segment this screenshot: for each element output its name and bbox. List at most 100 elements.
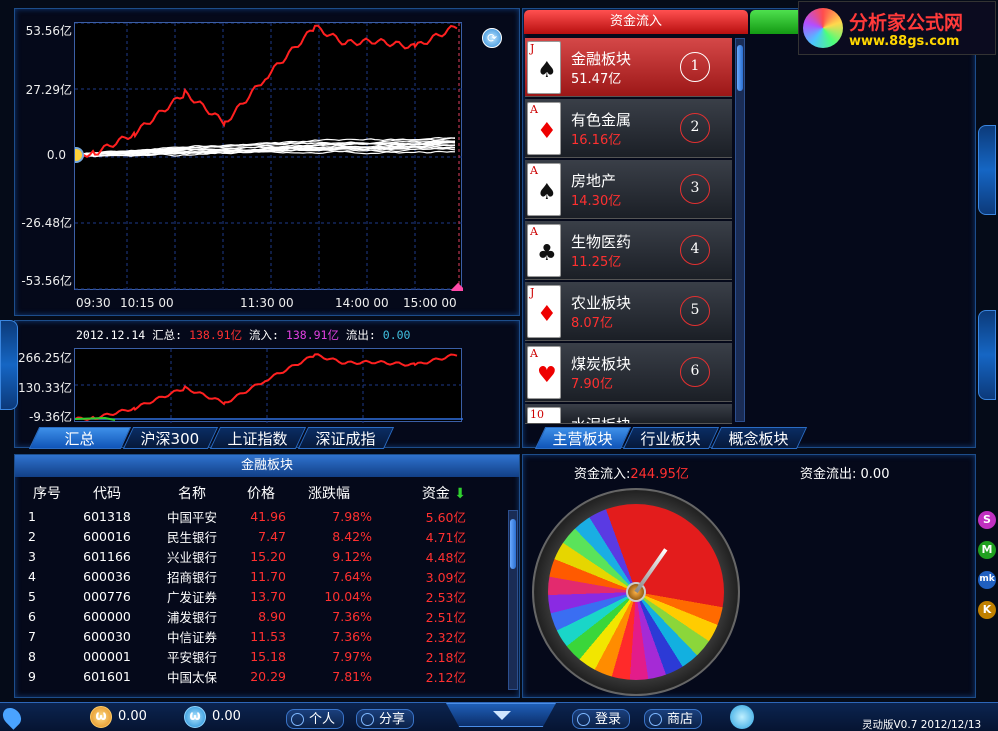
stock-table: 序号 代码 名称 价格 涨跌幅 资金 ⬇ 1 601318 中国平安 41.96 7.9… xyxy=(22,480,466,686)
mascot-icon[interactable] xyxy=(730,705,754,729)
login-button[interactable]: 登录 xyxy=(572,709,631,729)
table-scrollbar-thumb[interactable] xyxy=(510,519,516,569)
col-change[interactable]: 涨跌幅 xyxy=(286,480,372,506)
right-button-s[interactable]: S xyxy=(978,511,996,529)
cell-index: 5 xyxy=(28,588,36,604)
cell-index: 8 xyxy=(28,648,36,664)
table-row[interactable]: 9 601601 中国太保 20.29 7.81% 2.12亿 xyxy=(22,666,466,686)
coin-icon-orange[interactable]: ω xyxy=(90,706,112,728)
sector-item[interactable]: A ♣ 生物医药 11.25亿 4 xyxy=(525,221,732,280)
site-logo: 分析家公式网 www.88gs.com xyxy=(798,1,996,55)
table-row[interactable]: 4 600036 招商银行 11.70 7.64% 3.09亿 xyxy=(22,566,466,586)
sector-item[interactable]: A ♠ 房地产 14.30亿 3 xyxy=(525,160,732,219)
summary-inflow-label: 流入: xyxy=(249,328,279,342)
cell-price: 15.20 xyxy=(250,548,286,564)
main-y-label-1: 53.56亿 xyxy=(25,24,72,38)
right-button-mk[interactable]: mk xyxy=(978,571,996,589)
sector-name: 农业板块 xyxy=(571,294,632,312)
coin-value-2: 0.00 xyxy=(212,709,241,724)
tab-summary[interactable]: 汇总 xyxy=(28,427,132,449)
shop-label: 商店 xyxy=(667,712,694,727)
cell-price: 20.29 xyxy=(250,668,286,684)
cell-price: 11.53 xyxy=(250,628,286,644)
index-tabbar: 汇总 沪深300 上证指数 深证成指 xyxy=(28,427,394,449)
sector-tabbar: 主营板块 行业板块 概念板块 xyxy=(534,427,808,449)
tab-shanghai-index[interactable]: 上证指数 xyxy=(209,427,306,449)
cell-price: 7.47 xyxy=(258,528,286,544)
sector-item[interactable]: A ♥ 煤炭板块 7.90亿 6 xyxy=(525,343,732,402)
sector-item[interactable]: A ♦ 有色金属 16.16亿 2 xyxy=(525,99,732,158)
cell-index: 9 xyxy=(28,668,36,684)
coin-icon-blue[interactable]: ω xyxy=(184,706,206,728)
left-expand-tab[interactable] xyxy=(0,320,18,410)
sector-item[interactable]: 10♣ 水泥板块 xyxy=(525,404,732,424)
cell-price: 13.70 xyxy=(250,588,286,604)
sector-scrollbar-thumb[interactable] xyxy=(737,45,743,91)
tab-shenzhen-index[interactable]: 深证成指 xyxy=(297,427,394,449)
right-button-k[interactable]: K xyxy=(978,601,996,619)
tab-concept[interactable]: 概念板块 xyxy=(710,427,808,449)
tab-industry[interactable]: 行业板块 xyxy=(622,427,720,449)
table-row[interactable]: 5 000776 广发证券 13.70 10.04% 2.53亿 xyxy=(22,586,466,606)
card-suit-icon: ♣ xyxy=(537,241,557,266)
main-y-label-5: -53.56亿 xyxy=(21,274,72,288)
cell-change: 7.64% xyxy=(332,568,372,584)
cell-change: 7.81% xyxy=(332,668,372,684)
tab-main-business[interactable]: 主营板块 xyxy=(534,427,632,449)
rank-badge: 4 xyxy=(680,235,710,265)
card-rank: A xyxy=(530,225,538,238)
table-row[interactable]: 3 601166 兴业银行 15.20 9.12% 4.48亿 xyxy=(22,546,466,566)
cell-code: 601601 xyxy=(83,668,131,684)
col-name[interactable]: 名称 xyxy=(148,480,236,506)
right-expand-tab-upper[interactable] xyxy=(978,125,996,215)
shop-icon xyxy=(649,713,662,726)
summary-outflow-label: 流出: xyxy=(345,328,376,342)
right-expand-tab-lower[interactable] xyxy=(978,310,996,400)
sector-item[interactable]: J ♠ 金融板块 51.47亿 1 xyxy=(525,38,732,97)
rank-badge: 5 xyxy=(680,296,710,326)
wheel-inflow-label: 资金流入: xyxy=(574,467,631,482)
table-row[interactable]: 7 600030 中信证券 11.53 7.36% 2.32亿 xyxy=(22,626,466,646)
cell-index: 7 xyxy=(28,628,36,644)
summary-chart-plot[interactable] xyxy=(74,348,463,423)
table-row[interactable]: 2 600016 民生银行 7.47 8.42% 4.71亿 xyxy=(22,526,466,546)
tab-hs300[interactable]: 沪深300 xyxy=(122,427,218,449)
main-x-label-1: 09:30 xyxy=(76,296,111,310)
sector-scrollbar[interactable] xyxy=(735,38,745,422)
col-price[interactable]: 价格 xyxy=(236,480,286,506)
personal-button[interactable]: 个人 xyxy=(286,709,345,729)
fund-wheel[interactable] xyxy=(532,488,740,696)
summary-y-label-2: 130.33亿 xyxy=(18,381,72,395)
col-index[interactable]: 序号 xyxy=(22,480,66,506)
right-button-m[interactable]: M xyxy=(978,541,996,559)
main-x-label-5: 15:00 00 xyxy=(403,296,457,310)
location-pin-icon[interactable] xyxy=(0,704,25,730)
table-row[interactable]: 1 601318 中国平安 41.96 7.98% 5.60亿 xyxy=(22,506,466,526)
table-scrollbar[interactable] xyxy=(508,510,518,690)
rank-badge: 6 xyxy=(680,357,710,387)
tab-shanghai-index-label: 上证指数 xyxy=(227,430,288,448)
cell-price: 11.70 xyxy=(250,568,286,584)
login-label: 登录 xyxy=(595,712,622,727)
expand-down-button[interactable] xyxy=(446,703,556,727)
fund-inflow-tab[interactable]: 资金流入 xyxy=(524,10,748,34)
playing-card-icon: J ♦ xyxy=(527,285,561,338)
col-fund-label: 资金 xyxy=(421,486,450,502)
sector-value: 51.47亿 xyxy=(571,72,622,87)
table-row[interactable]: 6 600000 浦发银行 8.90 7.36% 2.51亿 xyxy=(22,606,466,626)
col-code[interactable]: 代码 xyxy=(66,480,148,506)
table-row[interactable]: 8 000001 平安银行 15.18 7.97% 2.18亿 xyxy=(22,646,466,666)
refresh-icon[interactable]: ⟳ xyxy=(482,28,502,48)
cell-change: 9.12% xyxy=(332,548,372,564)
shop-button[interactable]: 商店 xyxy=(644,709,703,729)
share-button[interactable]: 分享 xyxy=(356,709,415,729)
sector-item[interactable]: J ♦ 农业板块 8.07亿 5 xyxy=(525,282,732,341)
col-fund[interactable]: 资金 ⬇ xyxy=(372,480,466,506)
card-suit-icon: ♠ xyxy=(537,58,557,83)
main-chart-plot[interactable] xyxy=(74,22,463,291)
main-y-label-4: -26.48亿 xyxy=(21,216,72,230)
cell-code: 600030 xyxy=(83,628,131,644)
card-rank: A xyxy=(530,164,538,177)
table-header-row: 序号 代码 名称 价格 涨跌幅 资金 ⬇ xyxy=(22,480,466,506)
summary-chart-svg xyxy=(75,349,463,423)
